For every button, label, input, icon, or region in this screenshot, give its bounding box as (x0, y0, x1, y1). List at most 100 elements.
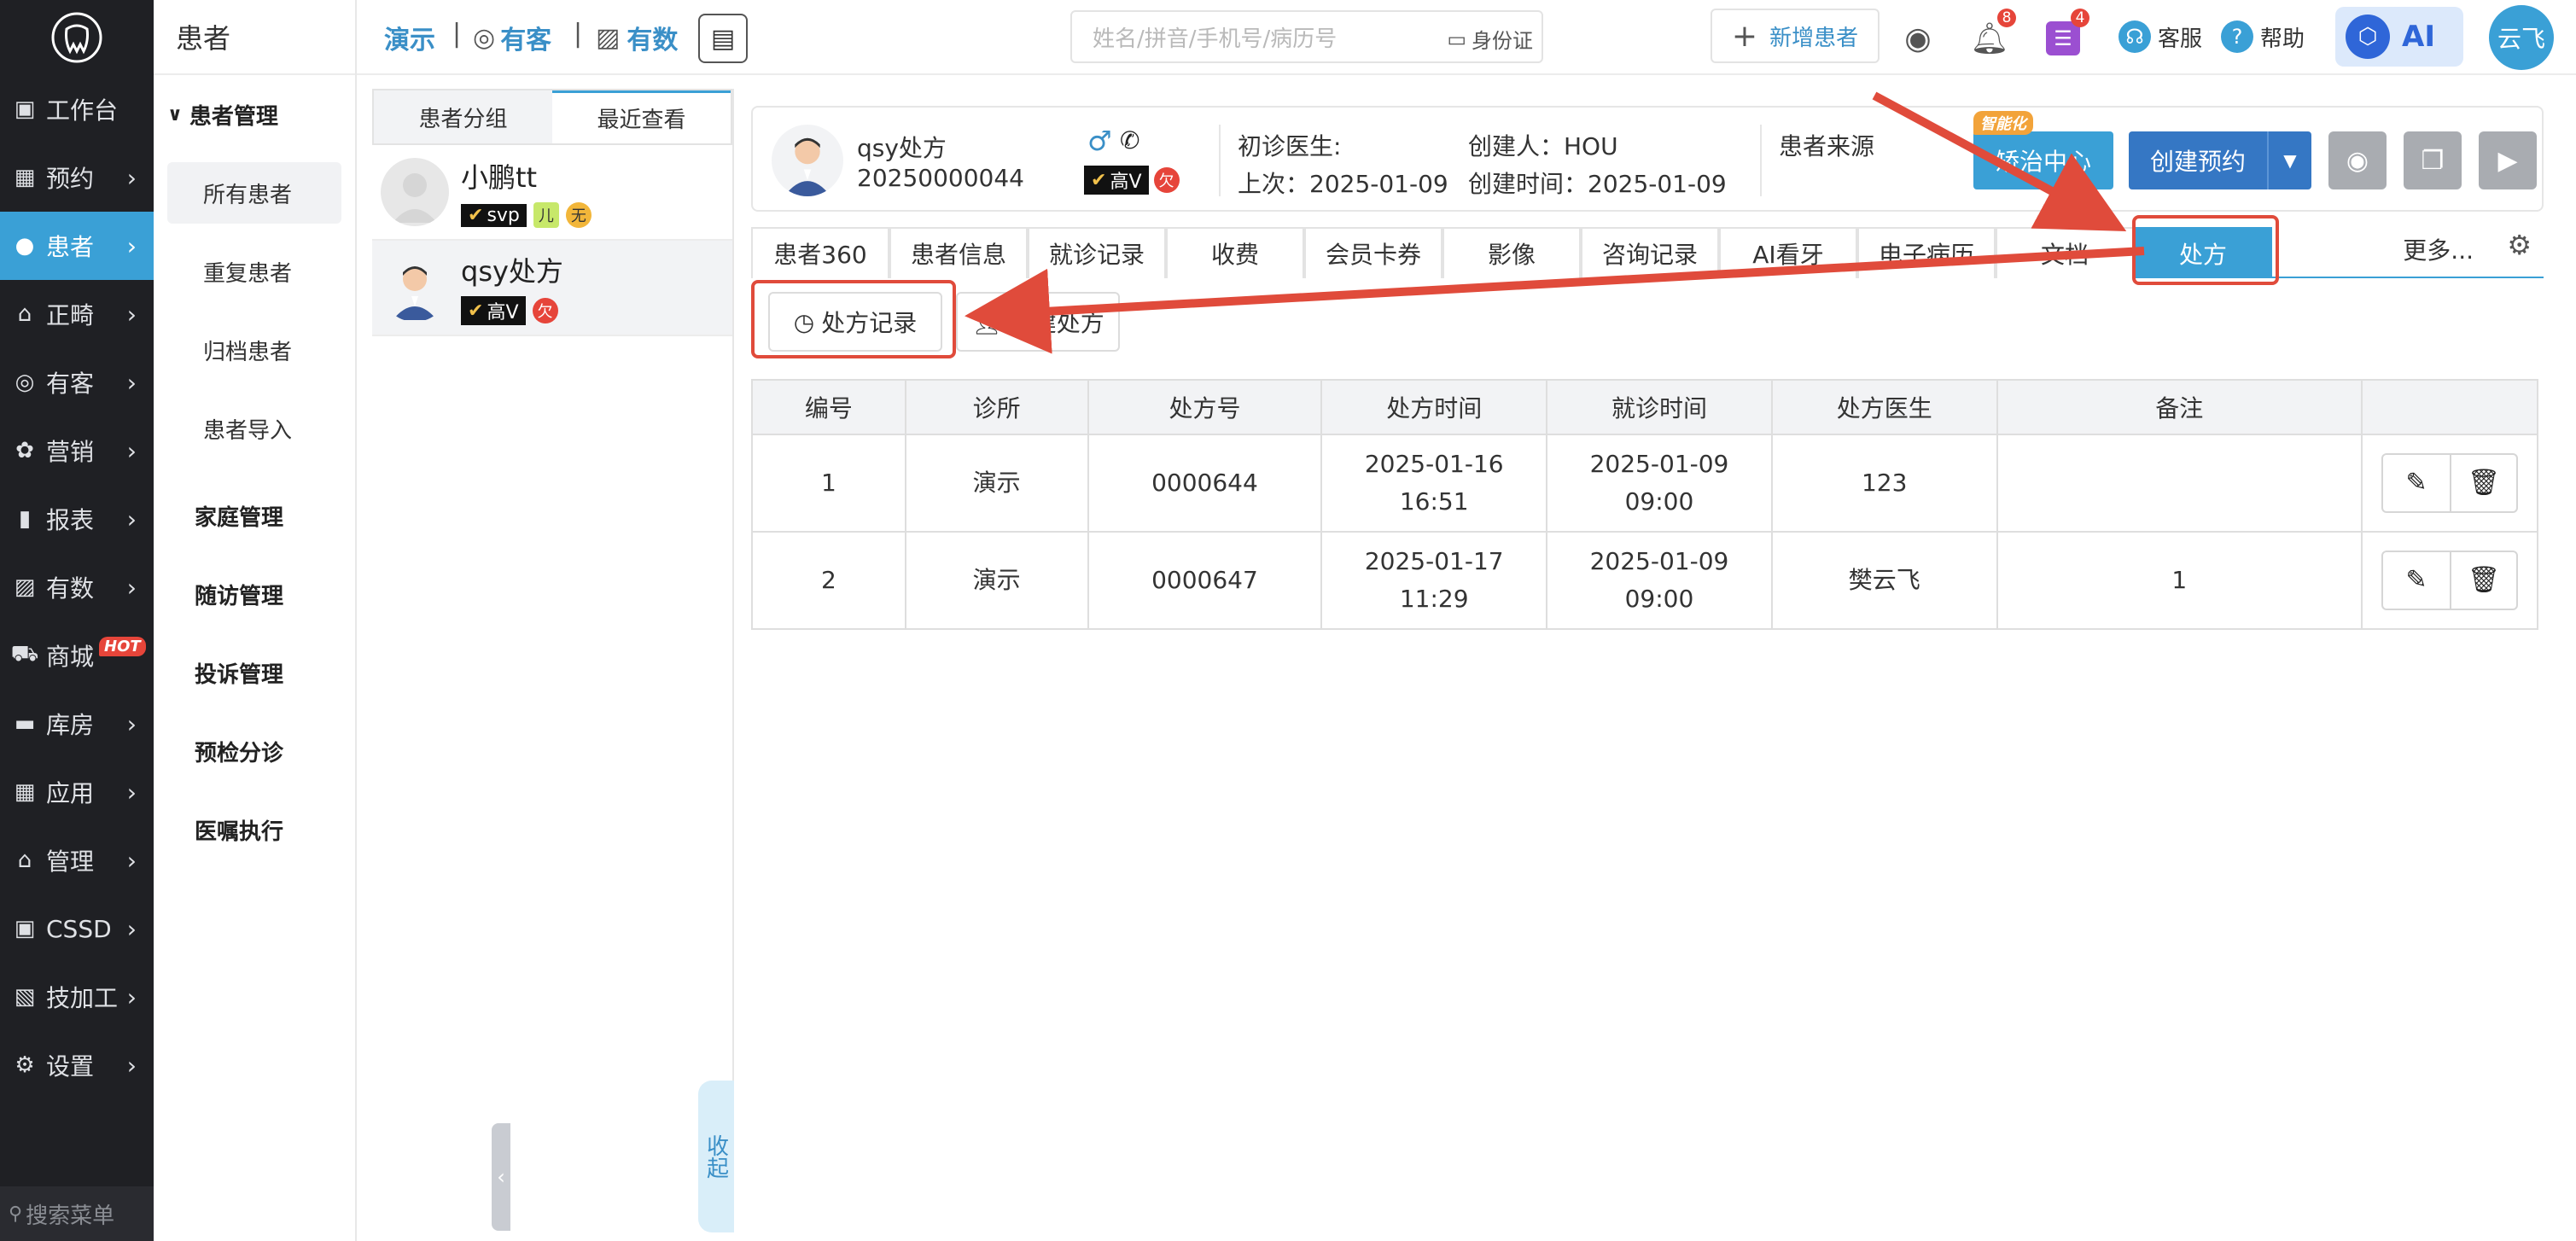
column-header: 处方医生 (1770, 379, 1998, 435)
sidebar-item-label: 商城 (46, 643, 95, 671)
patient-list-item[interactable]: qsy处方 ✔ 高V 欠 (372, 241, 732, 336)
sidebar-item[interactable]: ▣ 工作台 (0, 75, 154, 143)
secondary-menu: 患者 ∨ 患者管理 所有患者 重复患者 归档患者 患者导入 家庭管理 随访管理 投诉管理预… (154, 0, 510, 1241)
youke-link[interactable]: ◎ 有客 (473, 19, 551, 56)
tab[interactable]: 咨询记录 (1581, 227, 1719, 278)
created-time: 创建时间：2025-01-09 (1468, 170, 1727, 198)
first-doctor-label: 初诊医生: (1238, 132, 1342, 160)
divider: | (574, 19, 583, 49)
help-button[interactable]: ? 帮助 (2221, 20, 2305, 53)
submenu-section[interactable]: 随访管理 (154, 555, 355, 633)
tab[interactable]: 患者360 (751, 227, 889, 278)
divider: | (452, 19, 462, 49)
tab[interactable]: 就诊记录 (1028, 227, 1166, 278)
submenu-section[interactable]: 预检分诊 (154, 712, 355, 790)
tab[interactable]: 影像 (1442, 227, 1581, 278)
trash-icon[interactable]: 🗑︎ (2450, 552, 2516, 609)
cell-visit-date: 2025-01-09 (1589, 450, 1729, 478)
trash-icon[interactable]: 🗑︎ (2450, 455, 2516, 511)
submenu-section[interactable]: 投诉管理 (154, 633, 355, 712)
sidebar-item[interactable]: ⛟ 商城 HOT (0, 621, 154, 690)
edit-icon[interactable]: ✎ (2383, 552, 2450, 609)
chevron-right-icon: › (126, 232, 137, 260)
sidebar-item[interactable]: ▦ 应用 › (0, 758, 154, 826)
patient-header-card: qsy处方 20250000044 ♂ ✆ ✔ 高V 欠 初诊医生: 上次：202… (751, 106, 2544, 212)
sidebar-item[interactable]: ⚙ 设置 › (0, 1031, 154, 1099)
tab[interactable]: AI看牙 (1719, 227, 1857, 278)
sidebar-item[interactable]: ▧ 技加工 › (0, 963, 154, 1031)
wechat-icon[interactable]: ◉ (2328, 131, 2387, 189)
cell-rx-time: 16:51 (1399, 487, 1469, 516)
tab[interactable]: 患者信息 (889, 227, 1028, 278)
cell-rx-date: 2025-01-16 (1364, 450, 1504, 478)
play-icon[interactable]: ▶ (2479, 131, 2537, 189)
hot-badge: HOT (99, 637, 146, 656)
divider (1760, 125, 1762, 196)
sidebar-item-label: 报表 (46, 506, 95, 534)
submenu-item[interactable]: 所有患者 (167, 162, 341, 224)
ai-button[interactable]: ⬡ AI (2335, 7, 2463, 67)
youshu-link[interactable]: ▨ 有数 (596, 19, 678, 56)
avatar (381, 253, 449, 322)
patient-list-item[interactable]: 小鹏tt ✔ svp 儿 无 (372, 145, 732, 241)
tab[interactable]: 会员卡券 (1304, 227, 1442, 278)
create-appointment-button[interactable]: 创建预约 ▼ (2129, 131, 2311, 189)
menu-search-input[interactable]: ⚲ 搜索菜单 (0, 1186, 154, 1241)
marketing-icon: ✿ (15, 438, 34, 463)
submenu-section[interactable]: 家庭管理 (154, 476, 355, 555)
sidebar-item-label: 有客 (46, 370, 95, 398)
new-patient-button[interactable]: + 新增患者 (1711, 9, 1880, 63)
submenu-section[interactable]: 医嘱执行 (154, 790, 355, 869)
question-icon: ? (2221, 20, 2253, 53)
sidebar-item[interactable]: ▬ 库房 › (0, 690, 154, 758)
cell-no: 2 (820, 566, 836, 594)
sidebar-item[interactable]: ⌂ 正畸 › (0, 280, 154, 348)
patient-id: 20250000044 (857, 164, 1024, 192)
more-tabs-button[interactable]: 更多... (2403, 232, 2474, 266)
dropdown-caret-icon[interactable]: ▼ (2267, 131, 2311, 189)
submenu-item[interactable]: 患者导入 (167, 398, 341, 459)
collapse-panel-button[interactable]: 收起 (698, 1081, 734, 1232)
idcard-button[interactable]: ▭ 身份证 (1447, 24, 1533, 54)
tab-recent[interactable]: 最近查看 (552, 90, 731, 143)
sidebar-item[interactable]: ✿ 营销 › (0, 417, 154, 485)
sidebar-item[interactable]: ▨ 有数 › (0, 553, 154, 621)
edit-icon[interactable]: ✎ (2383, 455, 2450, 511)
idcard-icon: ▭ (1447, 26, 1466, 51)
bell-icon[interactable]: 🔔︎ 8 (1968, 9, 2016, 60)
task-list-icon[interactable]: ☰ 4 (2042, 9, 2089, 60)
sidebar-item[interactable]: ▮ 报表 › (0, 485, 154, 553)
tab[interactable]: 收费 (1166, 227, 1304, 278)
sidebar-item[interactable]: ◎ 有客 › (0, 348, 154, 417)
sidebar-item[interactable]: ⌂ 管理 › (0, 826, 154, 894)
chevron-right-icon: › (126, 778, 137, 807)
avatar (381, 158, 449, 226)
message-icon[interactable]: ❐ (2404, 131, 2462, 189)
calendar-icon: ▦ (14, 165, 36, 190)
ai-hexagon-icon: ⬡ (2346, 15, 2390, 59)
submenu-group-patient-management[interactable]: ∨ 患者管理 (154, 75, 355, 154)
document-scan-icon[interactable]: ▤ (698, 14, 748, 63)
new-prescription-button[interactable]: 👤︎ 新建处方 (956, 292, 1120, 352)
wechat-icon[interactable]: ◉ (1897, 17, 1939, 60)
patient-name: 小鹏tt (461, 161, 538, 194)
tab[interactable]: 文档 (1996, 227, 2134, 278)
user-avatar[interactable]: 云飞 (2489, 5, 2554, 70)
sidebar-item[interactable]: ▣ CSSD › (0, 894, 154, 963)
sidebar-item[interactable]: ▦ 预约 › (0, 143, 154, 212)
customer-service-button[interactable]: ☊ 客服 (2118, 20, 2202, 53)
submenu-item[interactable]: 重复患者 (167, 241, 341, 302)
submenu-item[interactable]: 归档患者 (167, 319, 341, 381)
gear-icon[interactable]: ⚙ (2507, 229, 2532, 261)
vip-badge: ✔ svp (461, 203, 527, 227)
column-header: 处方时间 (1320, 379, 1548, 435)
phone-icon[interactable]: ✆ (1120, 126, 1139, 154)
patient-search-input[interactable]: 姓名/拼音/手机号/病历号 ▭ 身份证 (1070, 10, 1543, 63)
clinic-switch[interactable]: 演示 (384, 19, 435, 56)
highlight-box (751, 280, 956, 358)
sidebar-item[interactable]: ● 患者 › (0, 212, 154, 280)
orthodontic-center-button[interactable]: 矫治中心 (1973, 131, 2113, 189)
tab-patient-groups[interactable]: 患者分组 (374, 90, 552, 143)
tab[interactable]: 电子病历 (1857, 227, 1996, 278)
app-logo[interactable] (0, 0, 154, 75)
